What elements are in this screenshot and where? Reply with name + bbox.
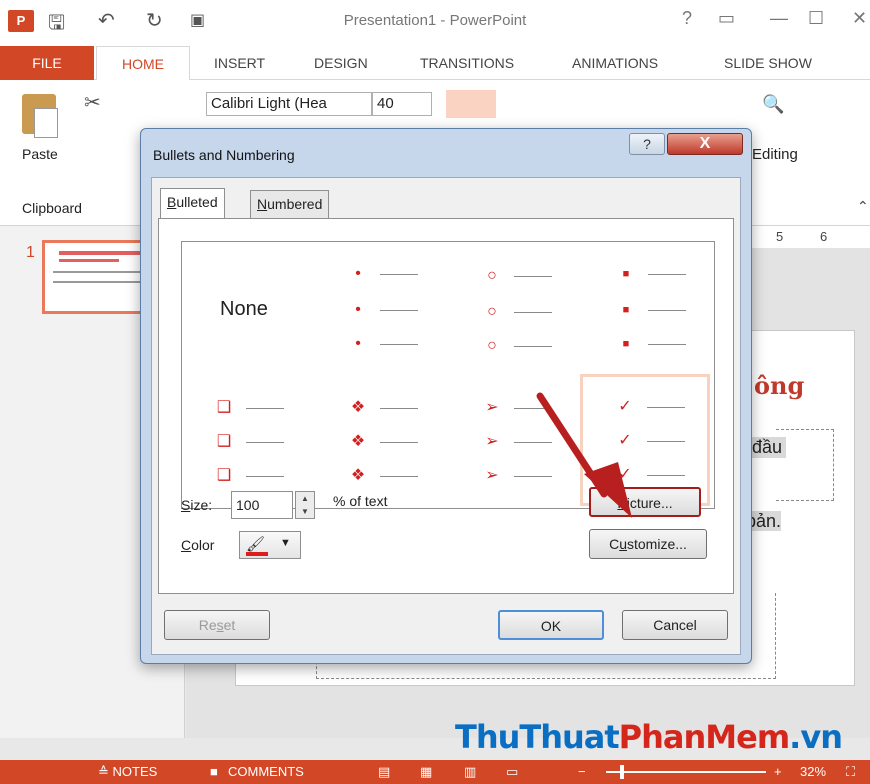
comments-button[interactable]: COMMENTS — [228, 764, 304, 779]
editing-group-label[interactable]: Editing — [752, 146, 798, 163]
watermark-logo: ThuThuatPhanMem.vn — [455, 718, 843, 756]
dialog-help-button[interactable]: ? — [629, 133, 665, 155]
cancel-button[interactable]: Cancel — [622, 610, 728, 640]
tab-slide-show[interactable]: SLIDE SHOW — [724, 46, 812, 80]
reset-button[interactable]: Reset — [164, 610, 270, 640]
close-window-icon[interactable]: ✕ — [852, 8, 867, 29]
bullet-option-circle[interactable]: ○ ○ ○ — [450, 242, 582, 374]
slide-sorter-icon[interactable]: ▦ — [420, 764, 432, 780]
slide-text-1: đầu — [748, 437, 787, 458]
normal-view-icon[interactable]: ▤ — [378, 764, 390, 780]
comments-icon[interactable]: ■ — [210, 764, 218, 779]
dialog-close-button[interactable]: X — [667, 133, 743, 155]
collapse-ribbon-icon[interactable]: ⌃ — [857, 198, 869, 215]
title-bar: P 🖫 ↶ ↻ ▣ Presentation1 - PowerPoint ? ▭… — [0, 0, 870, 46]
paint-bucket-icon: 🖌 — [246, 536, 266, 553]
zoom-slider-handle[interactable] — [620, 765, 624, 779]
color-swatch — [246, 552, 268, 556]
ribbon-tabs: FILE HOME INSERT DESIGN TRANSITIONS ANIM… — [0, 46, 870, 81]
customize-button[interactable]: Customize... — [589, 529, 707, 559]
size-input[interactable]: 100 — [231, 491, 293, 519]
zoom-level[interactable]: 32% — [800, 764, 826, 779]
ruler-tick: 5 — [776, 229, 784, 244]
horizontal-ruler: 5 6 — [750, 226, 870, 248]
status-bar: ≙ NOTES ■ COMMENTS ▤ ▦ ▥ ▭ − + 32% ⛶ — [0, 760, 870, 784]
minimize-icon[interactable]: — — [770, 8, 788, 29]
dialog-title: Bullets and Numbering — [153, 147, 295, 163]
bullets-numbering-dialog: Bullets and Numbering ? X Bulleted Numbe… — [140, 128, 752, 664]
bullet-option-none[interactable]: None — [182, 242, 314, 374]
tab-bulleted[interactable]: Bulleted — [160, 188, 225, 218]
ok-button[interactable]: OK — [498, 610, 604, 640]
ruler-tick: 6 — [820, 229, 828, 244]
font-size-input[interactable]: 40 — [372, 92, 432, 116]
size-label: Size: — [181, 497, 213, 513]
tab-design[interactable]: DESIGN — [314, 46, 368, 80]
fit-slide-icon[interactable]: ⛶ — [846, 764, 855, 780]
bulleted-tab-panel: None • • • ○ ○ ○ ■ ■ ■ ❑ ❑ ❑ ❖ ❖ ❖ ➢ ➢ ➢… — [158, 218, 734, 594]
ribbon-display-icon[interactable]: ▭ — [718, 8, 735, 29]
window-title: Presentation1 - PowerPoint — [343, 12, 527, 29]
bullets-button[interactable] — [446, 90, 496, 118]
color-label: Color — [181, 537, 215, 553]
zoom-out-icon[interactable]: − — [578, 764, 586, 779]
size-spinner[interactable]: ▲ ▼ — [295, 491, 315, 519]
zoom-slider-track[interactable] — [606, 771, 766, 773]
tab-animations[interactable]: ANIMATIONS — [572, 46, 658, 80]
tab-insert[interactable]: INSERT — [214, 46, 265, 80]
paste-label[interactable]: Paste — [22, 146, 58, 162]
zoom-in-icon[interactable]: + — [774, 764, 782, 779]
bullet-option-diamond[interactable]: ❖ ❖ ❖ — [316, 376, 448, 508]
tab-file[interactable]: FILE — [0, 46, 94, 80]
notes-button[interactable]: ≙ NOTES — [98, 764, 157, 780]
size-unit-label: % of text — [333, 493, 388, 509]
paste-icon[interactable] — [22, 94, 58, 138]
cut-icon[interactable]: ✂ — [84, 90, 101, 115]
dialog-body: Bulleted Numbered None • • • ○ ○ ○ ■ ■ ■… — [151, 177, 741, 655]
picture-button[interactable]: Picture... — [589, 487, 701, 517]
chevron-down-icon: ▼ — [280, 537, 291, 549]
find-icon[interactable]: 🔍 — [762, 94, 784, 115]
bullet-option-hollow-square[interactable]: ❑ ❑ ❑ — [182, 376, 314, 508]
color-picker-button[interactable]: 🖌 ▼ — [239, 531, 301, 559]
bullet-gallery: None • • • ○ ○ ○ ■ ■ ■ ❑ ❑ ❑ ❖ ❖ ❖ ➢ ➢ ➢… — [181, 241, 715, 509]
clipboard-group-label: Clipboard — [22, 200, 82, 216]
help-icon[interactable]: ? — [682, 8, 692, 29]
slideshow-view-icon[interactable]: ▭ — [506, 764, 518, 780]
bullet-option-square[interactable]: ■ ■ ■ — [584, 242, 716, 374]
reading-view-icon[interactable]: ▥ — [464, 764, 476, 780]
maximize-icon[interactable]: ☐ — [808, 8, 824, 29]
tab-home[interactable]: HOME — [96, 46, 190, 81]
slide-title-fragment: ông — [754, 371, 805, 400]
font-name-input[interactable]: Calibri Light (Hea — [206, 92, 372, 116]
bullet-option-dot[interactable]: • • • — [316, 242, 448, 374]
tab-transitions[interactable]: TRANSITIONS — [420, 46, 514, 80]
bullet-option-arrow[interactable]: ➢ ➢ ➢ — [450, 376, 582, 508]
slide-number: 1 — [26, 244, 35, 261]
tab-numbered[interactable]: Numbered — [250, 190, 330, 218]
